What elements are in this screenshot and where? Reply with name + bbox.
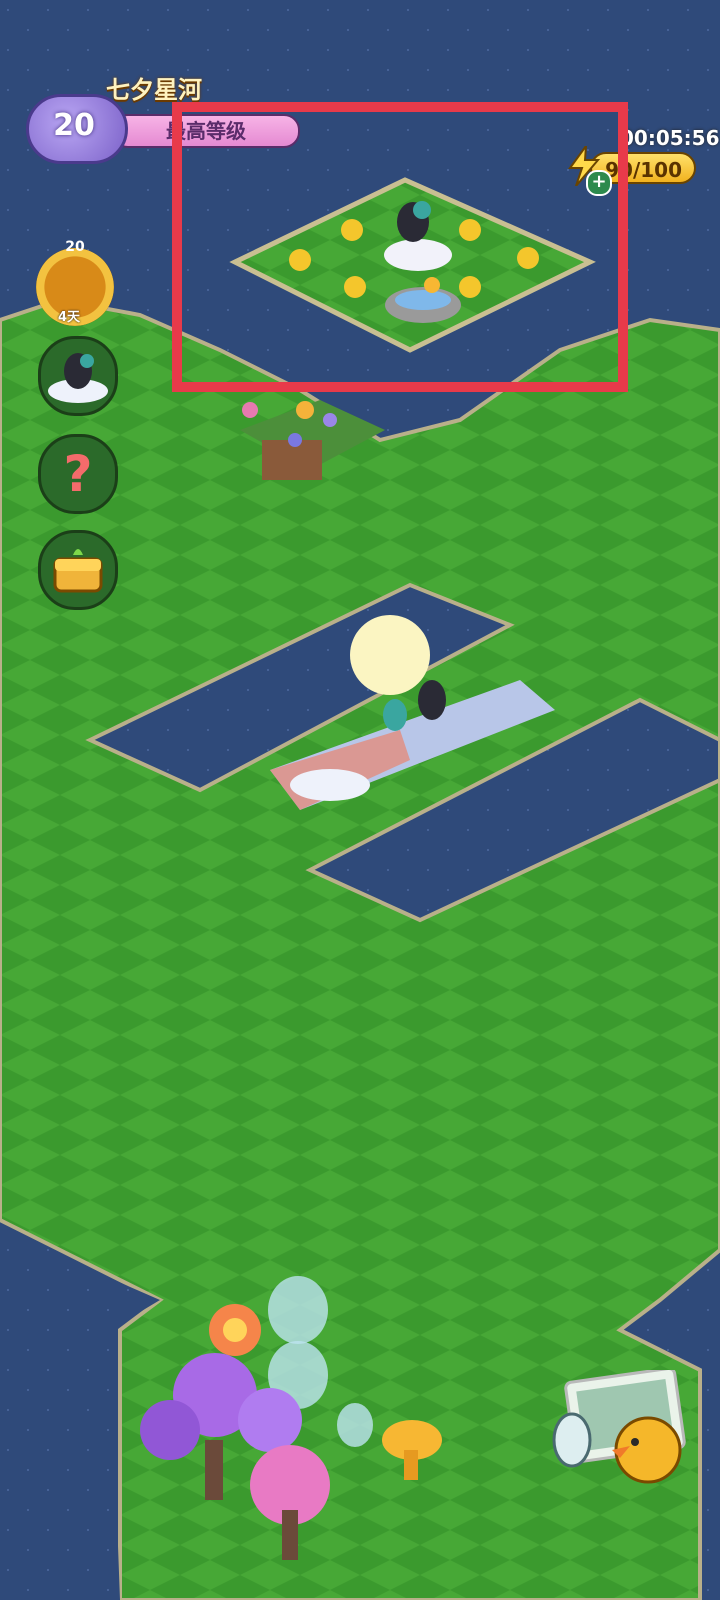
question-icon: ? [63,445,93,503]
event-title: 七夕星河 [106,76,202,104]
highlight-frame [172,102,628,392]
treasure-chest-icon [53,549,103,593]
magpie-icon [48,353,108,403]
camera-icon [552,1367,686,1484]
reward-star-level: 20 [65,239,85,255]
energy-timer: 00:05:56 [620,126,720,150]
help-button[interactable]: ? [38,434,118,514]
fire-flower[interactable] [209,1304,261,1356]
level-number: 20 [53,108,95,143]
magpie-character-button[interactable] [38,336,118,416]
shop-chest-button[interactable] [38,530,118,610]
reward-days-label: 4天 [58,310,81,325]
camera-button[interactable] [550,1367,700,1490]
